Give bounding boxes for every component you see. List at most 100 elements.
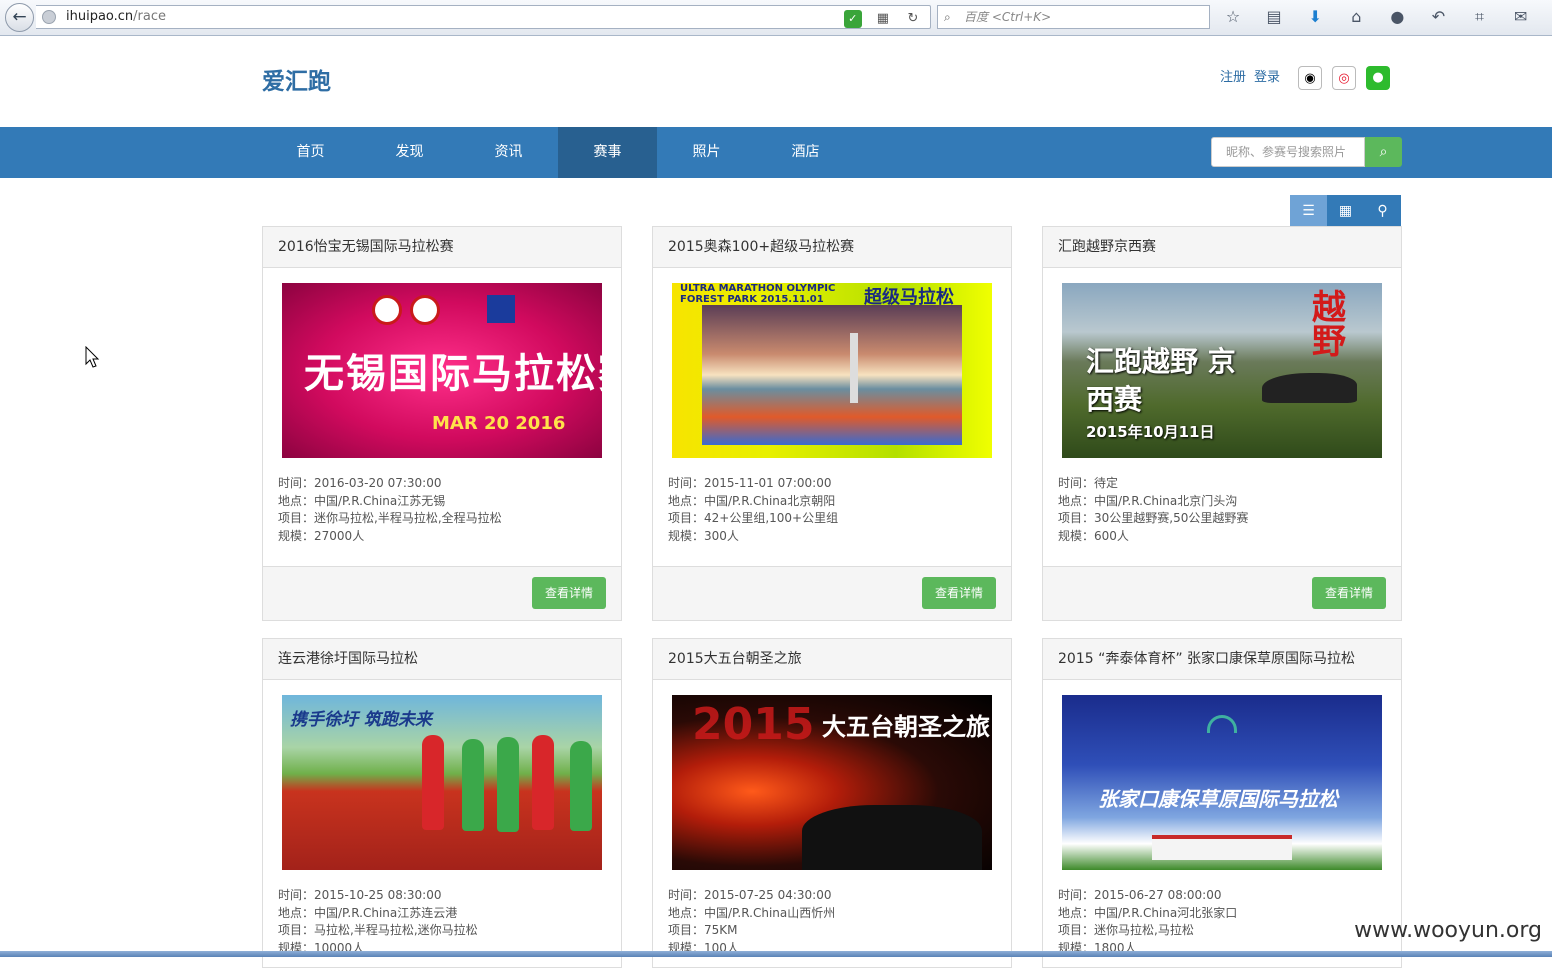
race-place: 中国/P.R.China北京朝阳 [704,494,835,508]
shield-icon[interactable]: ✓ [844,10,862,28]
bookmark-star-icon[interactable]: ☆ [1220,6,1246,28]
nav-news[interactable]: 资讯 [459,127,558,178]
race-place: 中国/P.R.China江苏连云港 [314,906,457,920]
search-icon: ⌕ [944,6,951,28]
race-info: 时间：2015-10-25 08:30:00 地点：中国/P.R.China江苏… [278,887,478,957]
race-card: 2016怡宝无锡国际马拉松赛 无锡国际马拉松赛 MAR 20 2016 时间：2… [262,226,622,621]
place-label: 地点： [1058,494,1094,508]
race-card: 汇跑越野京西赛 汇跑越野 京西赛 2015年10月11日 越野 时间：待定 地点… [1042,226,1402,621]
time-label: 时间： [668,888,704,902]
race-time: 2015-06-27 08:00:00 [1094,888,1221,902]
marathon-logo-icon [1207,715,1237,733]
banner-headline: 张家口康保草原国际马拉松 [1098,783,1338,812]
event-label: 项目： [668,511,704,525]
mountain-shape [802,805,982,870]
site-identity-icon[interactable] [42,10,56,24]
photo-search-button[interactable]: ⌕ [1365,137,1402,167]
place-label: 地点： [278,494,314,508]
address-bar[interactable]: ihuipao.cn/race ✓ ▦ ↻ [36,5,931,29]
runner-shape [462,739,484,831]
nav-photos[interactable]: 照片 [657,127,756,178]
race-scale: 27000人 [314,529,364,543]
browser-search-input[interactable]: ⌕ 百度 <Ctrl+K> [937,5,1210,29]
banner-subtitle: ULTRA MARATHON OLYMPIC FOREST PARK 2015.… [680,283,840,305]
crop-icon[interactable]: ⌗ [1467,6,1493,28]
browser-toolbar: ← ihuipao.cn/race ✓ ▦ ↻ ⌕ 百度 <Ctrl+K> ☆ … [0,0,1552,36]
race-events: 30公里越野赛,50公里越野赛 [1094,511,1248,525]
banner-headline: 无锡国际马拉松赛 [304,341,602,399]
banner-headline: 汇跑越野 京西赛 [1086,343,1236,419]
view-details-button[interactable]: 查看详情 [532,577,606,609]
banner-headline: 携手徐圩 筑跑未来 [290,705,432,730]
reading-list-icon[interactable]: ▤ [1261,6,1287,28]
browser-tools: ☆ ▤ ⬇ ⌂ ● ↶ ⌗ ✉ [1220,6,1544,30]
race-title[interactable]: 2016怡宝无锡国际马拉松赛 [263,227,621,268]
banner-headline: 大五台朝圣之旅 [822,707,990,742]
runner-shape [497,737,519,832]
view-details-button[interactable]: 查看详情 [1312,577,1386,609]
scale-label: 规模： [1058,529,1094,543]
tower-shape [850,333,858,403]
nav-home[interactable]: 首页 [261,127,360,178]
time-label: 时间： [668,476,704,490]
race-banner[interactable]: ULTRA MARATHON OLYMPIC FOREST PARK 2015.… [672,283,992,458]
home-icon[interactable]: ⌂ [1343,6,1369,28]
race-events: 42+公里组,100+公里组 [704,511,838,525]
race-card: 连云港徐圩国际马拉松 携手徐圩 筑跑未来 时间：2015-10-25 08:30… [262,638,622,968]
nav-discover[interactable]: 发现 [360,127,459,178]
view-details-button[interactable]: 查看详情 [922,577,996,609]
race-events: 迷你马拉松,半程马拉松,全程马拉松 [314,511,502,525]
time-label: 时间： [1058,888,1094,902]
download-icon[interactable]: ⬇ [1302,6,1328,28]
list-view-icon[interactable]: ☰ [1290,195,1327,227]
race-title[interactable]: 汇跑越野京西赛 [1043,227,1401,268]
banner-calligraphy: 越野 [1312,291,1352,359]
race-time: 2015-11-01 07:00:00 [704,476,831,490]
nav-hotels[interactable]: 酒店 [756,127,855,178]
race-events: 75KM [704,923,738,937]
race-time: 2016-03-20 07:30:00 [314,476,441,490]
undo-icon[interactable]: ↶ [1425,6,1451,28]
qq-login-icon[interactable]: ◉ [1298,66,1322,90]
yurt-shape [1152,835,1292,860]
back-button[interactable]: ← [5,3,34,32]
reload-icon[interactable]: ↻ [904,10,922,28]
race-banner[interactable]: 无锡国际马拉松赛 MAR 20 2016 [282,283,602,458]
comment-icon[interactable]: ✉ [1508,6,1534,28]
qr-code-icon[interactable]: ▦ [874,10,892,28]
site-logo[interactable]: 爱汇跑 [262,62,331,96]
race-scale: 600人 [1094,529,1129,543]
event-label: 项目： [278,511,314,525]
watermark: www.wooyun.org [1354,918,1542,943]
rock-runners-shape [1262,373,1357,403]
race-title[interactable]: 2015 “奔泰体育杯” 张家口康保草原国际马拉松 [1043,639,1401,680]
race-banner[interactable]: 2015 大五台朝圣之旅 [672,695,992,870]
race-banner[interactable]: 张家口康保草原国际马拉松 [1062,695,1382,870]
login-link[interactable]: 登录 [1254,64,1280,92]
place-label: 地点： [278,906,314,920]
race-card: 2015 “奔泰体育杯” 张家口康保草原国际马拉松 张家口康保草原国际马拉松 时… [1042,638,1402,968]
race-scale: 300人 [704,529,739,543]
race-place: 中国/P.R.China江苏无锡 [314,494,445,508]
race-title[interactable]: 2015奥森100+超级马拉松赛 [653,227,1011,268]
banner-photo [702,305,962,445]
race-banner[interactable]: 携手徐圩 筑跑未来 [282,695,602,870]
register-link[interactable]: 注册 [1220,64,1246,92]
calendar-view-icon[interactable]: ▦ [1327,195,1364,227]
wechat-login-icon[interactable]: ● [1366,66,1390,90]
weibo-login-icon[interactable]: ◎ [1332,66,1356,90]
runner-shape [570,741,592,831]
runner-shape [422,735,444,830]
race-info: 时间：2015-06-27 08:00:00 地点：中国/P.R.China河北… [1058,887,1237,957]
race-banner[interactable]: 汇跑越野 京西赛 2015年10月11日 越野 [1062,283,1382,458]
map-view-icon[interactable]: ⚲ [1364,195,1401,227]
race-title[interactable]: 2015大五台朝圣之旅 [653,639,1011,680]
url-path: /race [133,9,166,24]
main-navbar: 首页 发现 资讯 赛事 照片 酒店 昵称、参赛号搜索照片 ⌕ [0,127,1552,178]
chat-icon[interactable]: ● [1384,6,1410,28]
race-title[interactable]: 连云港徐圩国际马拉松 [263,639,621,680]
nav-races[interactable]: 赛事 [558,127,657,178]
race-card: 2015大五台朝圣之旅 2015 大五台朝圣之旅 时间：2015-07-25 0… [652,638,1012,968]
photo-search-input[interactable]: 昵称、参赛号搜索照片 [1211,137,1365,167]
url-host: ihuipao.cn [66,9,133,24]
